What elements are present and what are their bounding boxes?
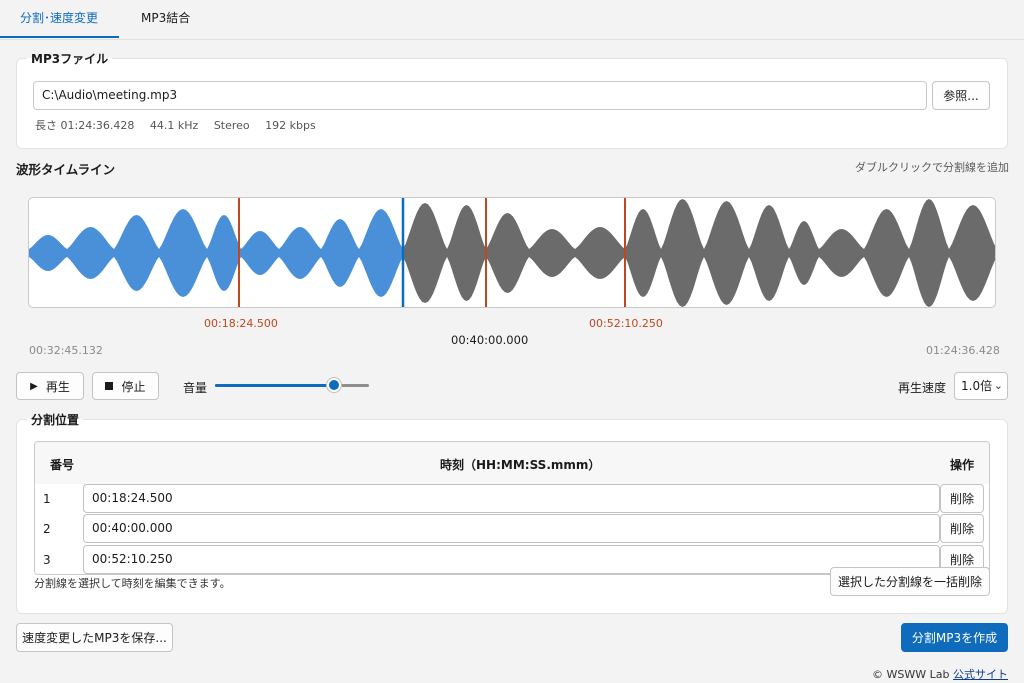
row-time-input[interactable]: 00:52:10.250: [83, 545, 940, 574]
timeline-title: 波形タイムライン: [16, 162, 116, 177]
split-table-header: 番号 時刻（HH:MM:SS.mmm） 操作: [35, 442, 989, 484]
volume-slider-fill: [215, 384, 334, 387]
table-row[interactable]: 2 00:40:00.000 削除: [35, 514, 989, 544]
col-num-header: 番号: [50, 458, 75, 472]
create-split-mp3-button[interactable]: 分割MP3を作成: [901, 623, 1008, 652]
split-edit-note: 分割線を選択して時刻を編集できます。: [34, 577, 231, 590]
chevron-down-icon: ⌄: [993, 379, 1003, 392]
speed-value: 1.0倍: [961, 379, 993, 393]
official-site-link[interactable]: 公式サイト: [953, 668, 1008, 681]
volume-label: 音量: [183, 381, 208, 395]
col-action-header: 操作: [950, 458, 975, 472]
split-table: 番号 時刻（HH:MM:SS.mmm） 操作 1 00:18:24.500 削除…: [34, 441, 990, 575]
row-time-input[interactable]: 00:18:24.500: [83, 484, 940, 513]
tab-split-speed[interactable]: 分割･速度変更: [0, 0, 120, 38]
timeline-hint: ダブルクリックで分割線を追加: [855, 161, 1009, 174]
row-num: 3: [43, 553, 51, 567]
file-path-input[interactable]: C:\Audio\meeting.mp3: [33, 81, 927, 110]
mp3-file-legend: MP3ファイル: [31, 52, 109, 66]
file-bitrate: 192 kbps: [265, 119, 316, 132]
file-meta: 長さ 01:24:36.428 44.1 kHz Stereo 192 kbps: [35, 117, 328, 133]
volume-slider[interactable]: [215, 378, 369, 392]
volume-slider-thumb[interactable]: [326, 378, 341, 392]
view-start-time: 00:32:45.132: [29, 344, 103, 357]
play-label: 再生: [45, 379, 70, 394]
file-sample-rate: 44.1 kHz: [149, 119, 199, 132]
browse-button[interactable]: 参照...: [932, 81, 990, 110]
waveform-svg: [29, 198, 995, 307]
stop-label: 停止: [121, 379, 146, 394]
col-time-header: 時刻（HH:MM:SS.mmm）: [440, 458, 601, 472]
copyright: © WSWW Lab 公式サイト: [872, 666, 1008, 682]
split-positions-legend: 分割位置: [31, 413, 80, 427]
copyright-text: © WSWW Lab: [872, 668, 950, 681]
stop-button[interactable]: 停止: [92, 372, 159, 400]
speed-label: 再生速度: [898, 381, 947, 395]
stop-icon: [105, 382, 114, 390]
view-end-time: 01:24:36.428: [926, 344, 1000, 357]
file-length: 長さ 01:24:36.428: [35, 119, 135, 132]
waveform-canvas[interactable]: [28, 197, 996, 308]
row-num: 2: [43, 522, 51, 536]
row-num: 1: [43, 492, 51, 506]
save-speed-mp3-button[interactable]: 速度変更したMP3を保存...: [16, 623, 173, 652]
row-delete-button[interactable]: 削除: [940, 514, 984, 543]
play-button[interactable]: ▶ 再生: [16, 372, 84, 400]
row-delete-button[interactable]: 削除: [940, 484, 984, 513]
tab-bar: 分割･速度変更 MP3結合: [0, 0, 1024, 40]
tab-mp3-merge[interactable]: MP3結合: [119, 0, 212, 38]
row-time-input[interactable]: 00:40:00.000: [83, 514, 940, 543]
marker-label-2: 00:52:10.250: [589, 317, 663, 330]
file-channels: Stereo: [213, 119, 250, 132]
cursor-time-label: 00:40:00.000: [451, 333, 529, 347]
bulk-delete-button[interactable]: 選択した分割線を一括削除: [830, 567, 990, 596]
tab-divider: [0, 39, 1024, 40]
marker-label-1: 00:18:24.500: [204, 317, 278, 330]
table-row[interactable]: 1 00:18:24.500 削除: [35, 484, 989, 514]
speed-select[interactable]: 1.0倍 ⌄: [954, 372, 1008, 400]
play-icon: ▶: [30, 380, 38, 392]
